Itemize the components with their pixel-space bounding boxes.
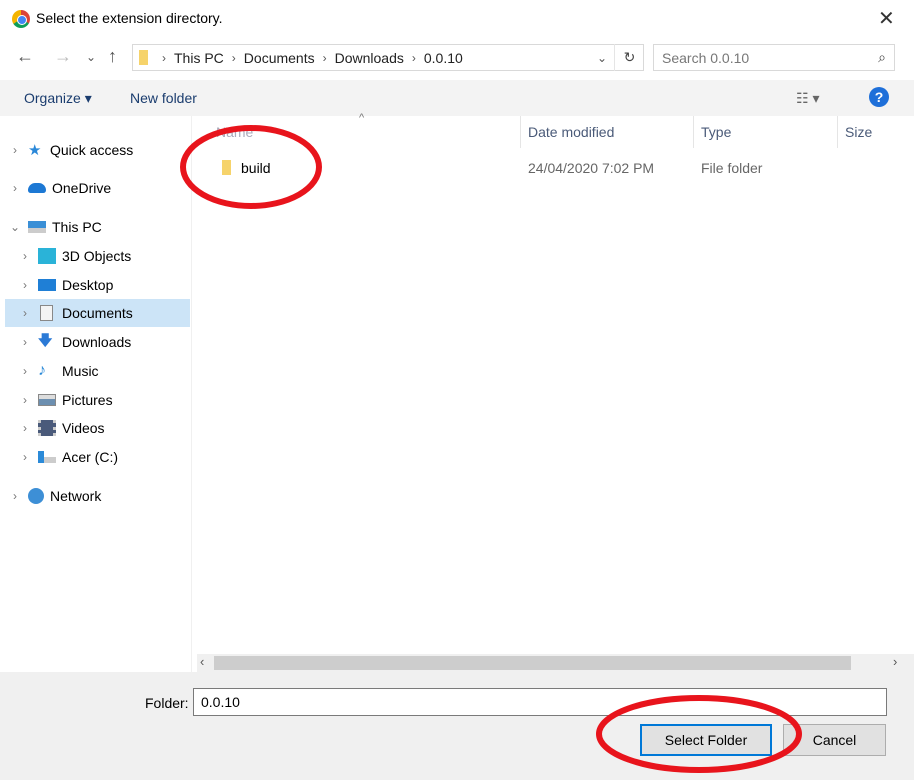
folder-icon — [222, 160, 231, 175]
chevron-right-icon[interactable]: › — [18, 278, 32, 292]
column-header-name[interactable]: Name — [216, 124, 253, 140]
network-icon — [28, 488, 44, 504]
breadcrumb-current[interactable]: 0.0.10 — [424, 50, 463, 66]
help-button[interactable]: ? — [869, 87, 889, 107]
sidebar-item-label: Videos — [62, 420, 105, 436]
dialog-title: Select the extension directory. — [36, 10, 223, 26]
music-icon: ♪ — [38, 362, 46, 379]
breadcrumb-downloads[interactable]: Downloads — [335, 50, 404, 66]
recent-chevron-icon[interactable]: ⌄ — [86, 50, 96, 64]
computer-icon — [28, 221, 46, 233]
scroll-left-icon[interactable]: ‹ — [200, 654, 204, 669]
sidebar-item-network[interactable]: › Network — [8, 482, 194, 510]
folder-input[interactable]: 0.0.10 — [193, 688, 887, 716]
cloud-icon — [28, 183, 46, 193]
chevron-right-icon[interactable]: › — [18, 306, 32, 320]
file-row-build[interactable]: build 24/04/2020 7:02 PM File folder — [197, 152, 914, 184]
sidebar-item-label: Music — [62, 363, 99, 379]
sidebar-item-label: 3D Objects — [62, 248, 132, 264]
sidebar-item-label: Network — [50, 488, 102, 504]
chevron-right-icon[interactable]: › — [8, 143, 22, 157]
sidebar-item-3d-objects[interactable]: › 3D Objects — [18, 242, 204, 270]
folder-icon — [139, 50, 148, 65]
file-name: build — [241, 160, 271, 176]
scroll-right-icon[interactable]: › — [893, 654, 897, 669]
address-bar[interactable]: › This PC › Documents › Downloads › 0.0.10 ⌄ — [132, 44, 644, 71]
chevron-down-icon[interactable]: ⌄ — [8, 220, 22, 234]
sidebar-item-label: This PC — [52, 219, 102, 235]
sidebar-item-downloads[interactable]: › 🡇 Downloads — [18, 328, 204, 356]
forward-arrow-icon[interactable]: → — [54, 46, 72, 67]
sidebar-item-this-pc[interactable]: ⌄ This PC — [8, 213, 194, 241]
chrome-icon — [12, 10, 30, 28]
breadcrumb-this-pc[interactable]: This PC — [174, 50, 224, 66]
chevron-right-icon[interactable]: › — [18, 393, 32, 407]
up-arrow-icon[interactable]: ↑ — [108, 46, 117, 67]
sidebar-item-label: Downloads — [62, 334, 132, 350]
drive-icon — [38, 451, 56, 463]
organize-button[interactable]: Organize ▾ — [24, 90, 92, 107]
column-header-size[interactable]: Size — [845, 124, 872, 140]
desktop-icon — [38, 279, 56, 291]
sidebar-item-documents[interactable]: › Documents — [5, 299, 190, 327]
column-divider[interactable] — [693, 116, 694, 148]
sidebar-item-label: Quick access — [50, 142, 134, 158]
sidebar-item-quick-access[interactable]: › ★ Quick access — [8, 136, 194, 164]
star-icon: ★ — [28, 142, 42, 159]
picture-icon — [38, 394, 56, 406]
chevron-right-icon[interactable]: › — [18, 450, 32, 464]
file-type: File folder — [701, 160, 763, 176]
sidebar-item-label: Pictures — [62, 392, 113, 408]
chevron-right-icon[interactable]: › — [18, 335, 32, 349]
document-icon — [40, 305, 53, 321]
chevron-right-icon[interactable]: › — [8, 181, 22, 195]
chevron-right-icon[interactable]: › — [8, 489, 22, 503]
sidebar-item-videos[interactable]: › Videos — [18, 414, 204, 442]
column-divider[interactable] — [837, 116, 838, 148]
sidebar-item-onedrive[interactable]: › OneDrive — [8, 174, 194, 202]
column-header-date-modified[interactable]: Date modified — [528, 124, 614, 140]
folder-label: Folder: — [145, 695, 189, 711]
sidebar-item-label: Desktop — [62, 277, 114, 293]
chevron-right-icon[interactable]: › — [18, 421, 32, 435]
cube-icon — [38, 248, 56, 264]
sidebar-item-label: Acer (C:) — [62, 449, 118, 465]
column-divider[interactable] — [520, 116, 521, 148]
cancel-button[interactable]: Cancel — [783, 724, 886, 756]
file-date: 24/04/2020 7:02 PM — [528, 160, 655, 176]
sidebar-item-desktop[interactable]: › Desktop — [18, 271, 204, 299]
download-icon: 🡇 — [38, 332, 53, 348]
breadcrumb-documents[interactable]: Documents — [244, 50, 315, 66]
sort-ascending-icon: ^ — [359, 112, 365, 124]
sidebar-item-music[interactable]: › ♪ Music — [18, 357, 204, 385]
close-button[interactable]: ✕ — [878, 6, 895, 31]
column-header-type[interactable]: Type — [701, 124, 731, 140]
new-folder-button[interactable]: New folder — [130, 90, 197, 106]
address-dropdown-icon[interactable]: ⌄ — [597, 51, 607, 65]
select-folder-button[interactable]: Select Folder — [640, 724, 772, 756]
back-arrow-icon[interactable]: ← — [16, 46, 34, 67]
chevron-right-icon[interactable]: › — [18, 364, 32, 378]
sidebar-item-pictures[interactable]: › Pictures — [18, 386, 204, 414]
navigation-pane: › ★ Quick access › OneDrive ⌄ This PC › 3D Ob… — [0, 116, 192, 672]
sidebar-item-label: Documents — [62, 305, 133, 321]
refresh-icon[interactable]: ↻ — [614, 44, 644, 71]
search-icon[interactable]: ⌕ — [878, 49, 886, 66]
chevron-right-icon[interactable]: › — [18, 249, 32, 263]
view-options-icon[interactable]: ☷ ▾ — [796, 90, 819, 107]
sidebar-item-label: OneDrive — [52, 180, 112, 196]
search-input[interactable]: Search 0.0.10 ⌕ — [653, 44, 895, 71]
search-placeholder: Search 0.0.10 — [662, 50, 750, 66]
scrollbar-thumb[interactable] — [214, 656, 851, 670]
video-icon — [38, 420, 56, 436]
sidebar-item-acer-c[interactable]: › Acer (C:) — [18, 443, 204, 471]
